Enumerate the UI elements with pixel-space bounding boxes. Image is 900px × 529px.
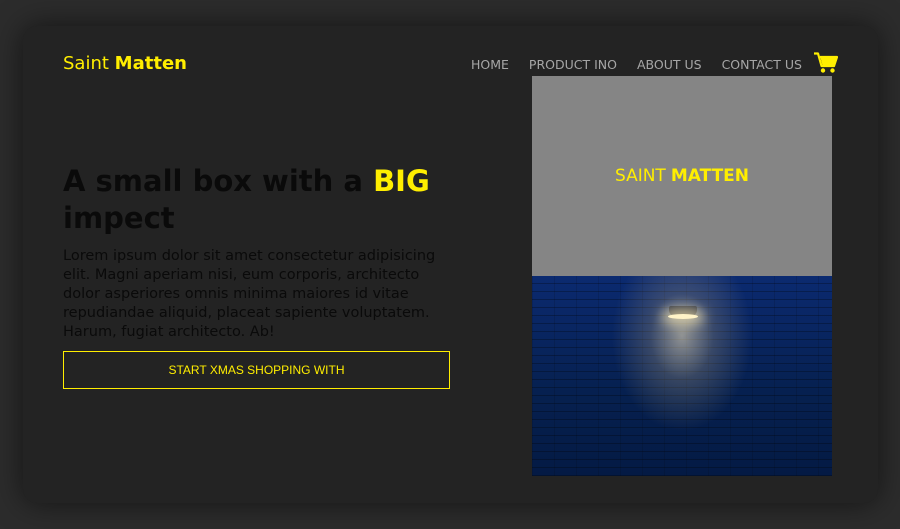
visual-logo-panel: SAINT MATTEN bbox=[532, 76, 832, 276]
hero-title-highlight: BIG bbox=[373, 164, 430, 198]
product-visual: SAINT MATTEN bbox=[532, 76, 832, 476]
nav-item-product-info[interactable]: PRODUCT INO bbox=[529, 57, 617, 72]
brand-logo[interactable]: Saint Matten bbox=[63, 53, 187, 74]
brand-bold: Matten bbox=[114, 53, 187, 74]
hero-card: Saint Matten HOME PRODUCT INO ABOUT US C… bbox=[23, 26, 878, 503]
lamp-light bbox=[668, 314, 698, 319]
nav-item-home[interactable]: HOME bbox=[471, 57, 509, 72]
main-nav: HOME PRODUCT INO ABOUT US CONTACT US bbox=[471, 57, 802, 72]
shopping-cart-icon[interactable] bbox=[814, 52, 839, 74]
start-xmas-shopping-button[interactable]: START XMAS SHOPPING WITH bbox=[63, 351, 450, 389]
visual-logo-bold: MATTEN bbox=[670, 166, 750, 186]
hero-description: Lorem ipsum dolor sit amet consectetur a… bbox=[63, 248, 436, 340]
hero-title-part2: impect bbox=[63, 201, 175, 235]
nav-item-about-us[interactable]: ABOUT US bbox=[637, 57, 702, 72]
hero-title: A small box with a BIG impect bbox=[63, 163, 483, 237]
lamp-photo bbox=[532, 276, 832, 476]
brand-prefix: Saint bbox=[63, 53, 109, 74]
nav-item-contact-us[interactable]: CONTACT US bbox=[722, 57, 802, 72]
hero-title-part1: A small box with a bbox=[63, 164, 363, 198]
visual-logo-prefix: SAINT bbox=[614, 166, 666, 186]
